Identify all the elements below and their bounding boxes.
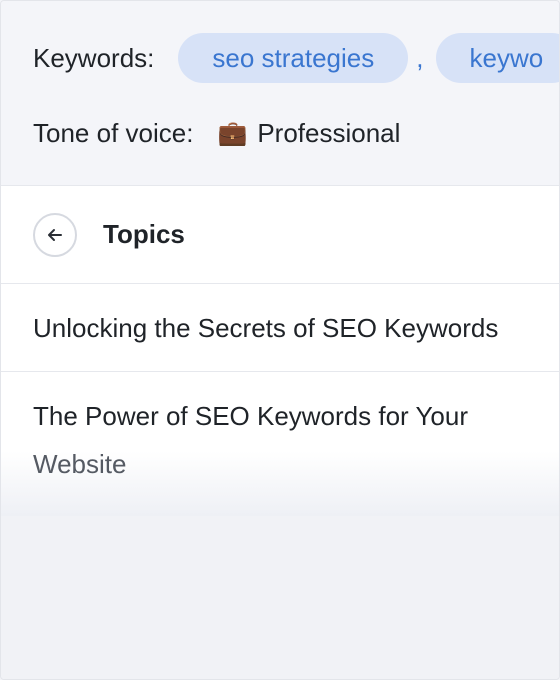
topic-title-continued: Website (33, 449, 127, 479)
keywords-row: Keywords: seo strategies , keywo (33, 32, 559, 84)
keyword-chip[interactable]: keywo (435, 33, 559, 83)
topic-title: The Power of SEO Keywords for Your (33, 401, 468, 431)
empty-area (1, 516, 559, 679)
keyword-separator: , (416, 42, 424, 73)
keywords-label: Keywords: (33, 42, 155, 73)
tone-value-text: Professional (257, 117, 401, 148)
topic-title: Unlocking the Secrets of SEO Keywords (33, 313, 499, 343)
briefcase-icon: 💼 (217, 119, 248, 147)
topics-title: Topics (103, 219, 185, 249)
topics-header: Topics (1, 186, 559, 284)
tone-row: Tone of voice: 💼 Professional (33, 107, 400, 159)
tone-value: 💼 Professional (217, 118, 400, 149)
arrow-left-icon (48, 228, 62, 241)
back-button[interactable] (33, 212, 77, 257)
topic-item[interactable]: Unlocking the Secrets of SEO Keywords (1, 284, 559, 372)
topic-item[interactable]: The Power of SEO Keywords for Your Websi… (1, 372, 559, 516)
tone-label: Tone of voice: (33, 117, 194, 148)
keyword-chip[interactable]: seo strategies (178, 33, 409, 83)
meta-header: Keywords: seo strategies , keywo Tone of… (1, 1, 559, 186)
content-panel: Keywords: seo strategies , keywo Tone of… (0, 0, 560, 680)
